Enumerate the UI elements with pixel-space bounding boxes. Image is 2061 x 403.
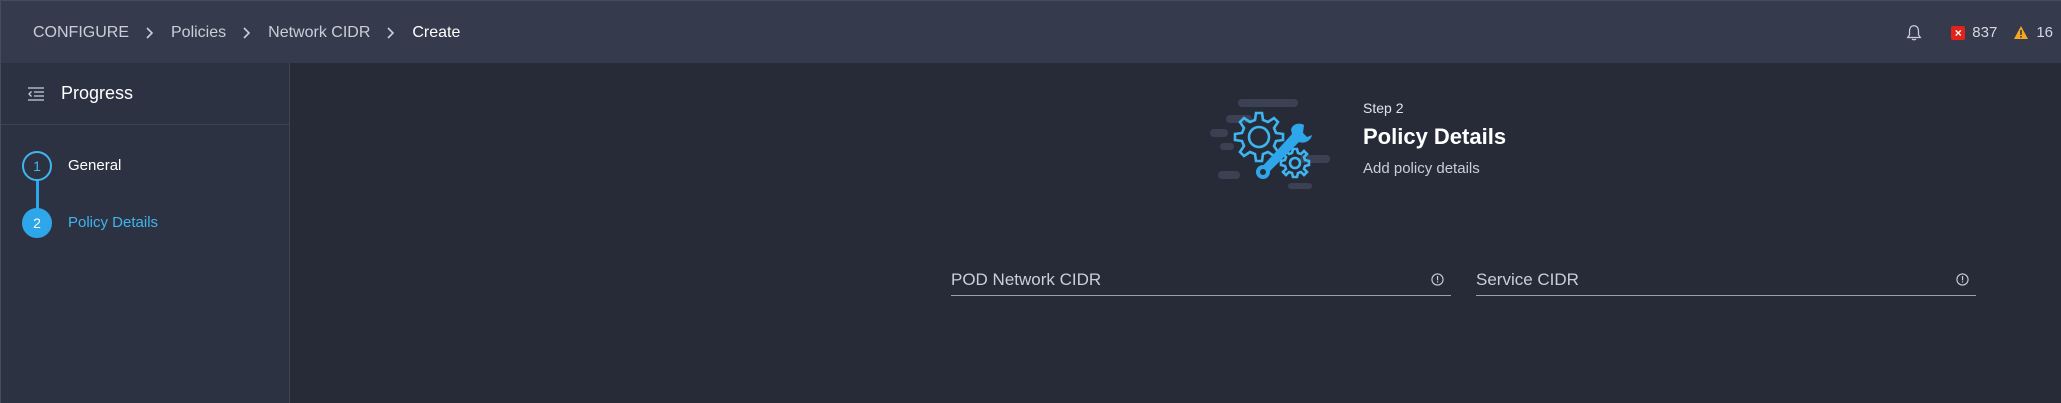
page-subtitle: Add policy details (1363, 160, 1480, 177)
sidebar-header: Progress (1, 63, 289, 125)
pod-network-cidr-field (951, 264, 1451, 296)
step-label: Policy Details (68, 214, 159, 231)
sidebar-title: Progress (61, 83, 134, 103)
breadcrumb-configure[interactable]: CONFIGURE (33, 24, 129, 42)
page-title: Policy Details (1363, 124, 1507, 149)
header-status-area: × 837 16 (1905, 1, 2053, 64)
step-policy-details[interactable]: 2 Policy Details (1, 208, 289, 265)
breadcrumb-policies[interactable]: Policies (171, 24, 226, 42)
pod-network-cidr-input[interactable] (951, 269, 1411, 290)
gear-wrench-icon (1208, 95, 1334, 195)
x-error-icon: × (1951, 25, 1966, 40)
progress-sidebar: Progress 1 General 2 Policy Details (0, 63, 290, 403)
breadcrumb-create: Create (412, 23, 461, 41)
warning-icon (2013, 25, 2029, 40)
progress-steps: 1 General 2 Policy Details (1, 125, 289, 265)
step-number: Step 2 (1363, 100, 1404, 116)
collapse-menu-icon[interactable] (27, 86, 45, 101)
chevron-right-icon (129, 26, 171, 39)
main-content: Step 2 Policy Details Add policy details (290, 63, 2061, 403)
info-icon[interactable] (1956, 272, 1970, 287)
top-bar: CONFIGURE Policies Network CIDR Create ×… (0, 0, 2061, 63)
chevron-right-icon (226, 26, 268, 39)
service-cidr-input[interactable] (1476, 269, 1936, 290)
step-label: General (68, 157, 122, 174)
error-count: 837 (1972, 24, 1998, 41)
error-count-group[interactable]: × 837 (1951, 24, 1997, 41)
step-number-badge: 1 (22, 151, 52, 181)
bell-icon[interactable] (1905, 23, 1925, 43)
step-header: Step 2 Policy Details Add policy details (1363, 100, 1506, 177)
step-number-badge: 2 (22, 208, 52, 238)
chevron-right-icon (370, 26, 412, 39)
warning-count-group[interactable]: 16 (2013, 24, 2053, 41)
service-cidr-field (1476, 264, 1976, 296)
warning-count: 16 (2036, 24, 2053, 41)
info-icon[interactable] (1431, 272, 1445, 287)
step-general[interactable]: 1 General (1, 151, 289, 208)
breadcrumb-network-cidr[interactable]: Network CIDR (268, 24, 370, 42)
breadcrumb: CONFIGURE Policies Network CIDR Create (33, 1, 460, 64)
step-connector (36, 179, 39, 211)
